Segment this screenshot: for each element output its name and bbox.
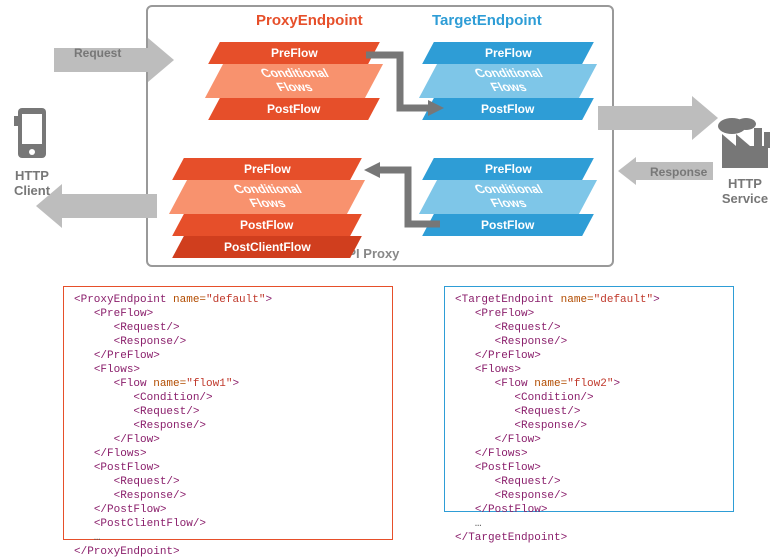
postflow-label-t: PostFlow xyxy=(481,98,534,120)
factory-icon xyxy=(716,114,774,172)
preflow-label: PreFlow xyxy=(271,42,318,64)
target-response-block: PreFlow ConditionalFlows PostFlow xyxy=(428,158,588,236)
postflow-label: PostFlow xyxy=(267,98,320,120)
proxy-endpoint-title: ProxyEndpoint xyxy=(256,12,363,29)
service-label: HTTPService xyxy=(714,176,776,206)
client-label: HTTPClient xyxy=(6,168,58,198)
proxy-response-block: PreFlow ConditionalFlows PostFlow PostCl… xyxy=(178,158,356,258)
phone-icon xyxy=(12,106,52,166)
diagram-canvas: ProxyEndpoint TargetEndpoint API Proxy R… xyxy=(0,0,783,545)
postclientflow-label: PostClientFlow xyxy=(224,236,311,258)
response-label: Response xyxy=(650,165,707,179)
target-request-block: PreFlow ConditionalFlows PostFlow xyxy=(428,42,588,120)
target-endpoint-title: TargetEndpoint xyxy=(432,12,542,29)
request-label: Request xyxy=(74,46,121,60)
proxy-code-box: <ProxyEndpoint name="default"> <PreFlow>… xyxy=(63,286,393,540)
target-code-box: <TargetEndpoint name="default"> <PreFlow… xyxy=(444,286,734,512)
proxy-request-block: PreFlow ConditionalFlows PostFlow xyxy=(214,42,374,120)
cond-label-1: Conditional xyxy=(258,66,331,80)
response-arrow-head xyxy=(618,157,636,185)
preflow-label-t: PreFlow xyxy=(485,42,532,64)
cond-label-2: Flows xyxy=(274,80,315,94)
